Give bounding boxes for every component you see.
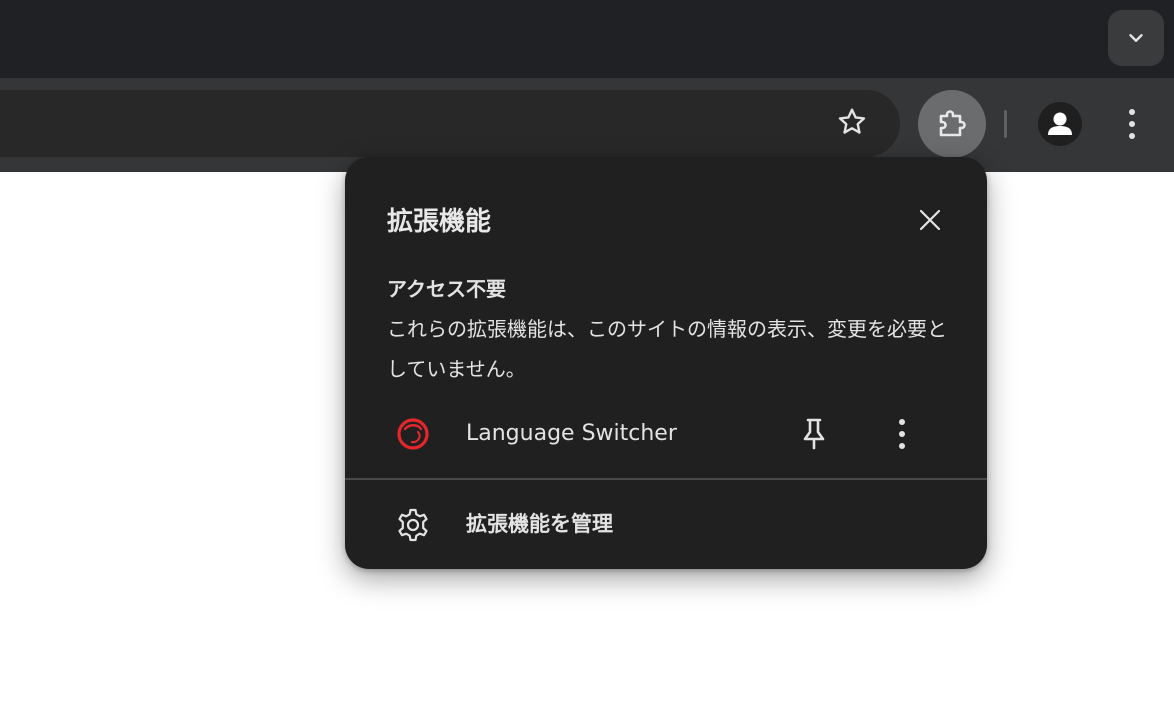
person-icon — [1048, 112, 1072, 135]
puzzle-icon — [939, 110, 966, 137]
close-button[interactable] — [907, 197, 953, 243]
pin-icon — [803, 418, 825, 450]
chevron-down-icon — [1129, 34, 1143, 42]
popup-title: 拡張機能 — [387, 207, 492, 237]
manage-extensions-label: 拡張機能を管理 — [466, 512, 613, 536]
popup-divider — [345, 478, 987, 480]
tab-search-button[interactable] — [1108, 10, 1164, 66]
close-icon — [919, 209, 941, 231]
manage-extensions-button[interactable]: 拡張機能を管理 — [345, 493, 987, 555]
bookmark-button[interactable] — [826, 96, 878, 148]
gear-icon — [398, 508, 428, 542]
more-vert-icon — [1129, 109, 1135, 139]
section-description: これらの拡張機能は、このサイトの情報の表示、変更を必要としていません。 — [387, 317, 947, 381]
tab-strip — [0, 0, 1174, 78]
language-switcher-icon — [397, 418, 429, 450]
star-icon — [838, 108, 866, 134]
pin-extension-button[interactable] — [791, 411, 837, 457]
extension-name[interactable]: Language Switcher — [466, 419, 677, 449]
extensions-popup: 拡張機能 アクセス不要 これらの拡張機能は、このサイトの情報の表示、変更を必要と… — [345, 157, 987, 569]
extension-more-button[interactable] — [879, 411, 925, 457]
extensions-button[interactable] — [918, 90, 986, 158]
extension-row[interactable]: Language Switcher — [345, 403, 987, 463]
toolbar-divider — [1004, 110, 1007, 138]
omnibox[interactable] — [0, 90, 900, 157]
more-vert-icon — [899, 419, 905, 449]
browser-menu-button[interactable] — [1108, 100, 1156, 148]
section-heading: アクセス不要 — [387, 277, 506, 301]
profile-button[interactable] — [1038, 102, 1082, 146]
